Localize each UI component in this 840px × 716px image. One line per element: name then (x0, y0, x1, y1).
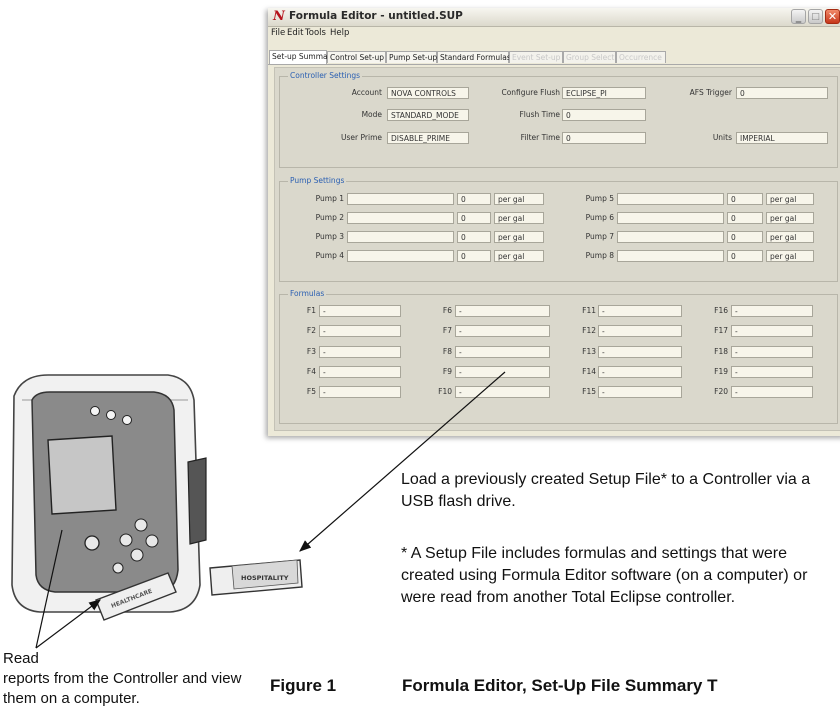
setup-file-footnote: * A Setup File includes formulas and set… (401, 545, 808, 606)
figure-label: Figure 1 (270, 676, 337, 695)
usb-label-large: HOSPITALITY (241, 574, 289, 582)
load-arrow (299, 371, 506, 552)
usb-drive-icon: HOSPITALITY (209, 559, 303, 596)
figure-title: Formula Editor, Set-Up File Summary T (402, 676, 718, 695)
load-setup-note: Load a previously created Setup File* to… (401, 471, 811, 510)
read-word: Read (3, 650, 39, 667)
read-reports-note: Read reports from the Controller and vie… (3, 649, 268, 709)
controller-device-icon (11, 374, 207, 613)
read-reports-text: reports from the Controller and view the… (3, 670, 242, 707)
